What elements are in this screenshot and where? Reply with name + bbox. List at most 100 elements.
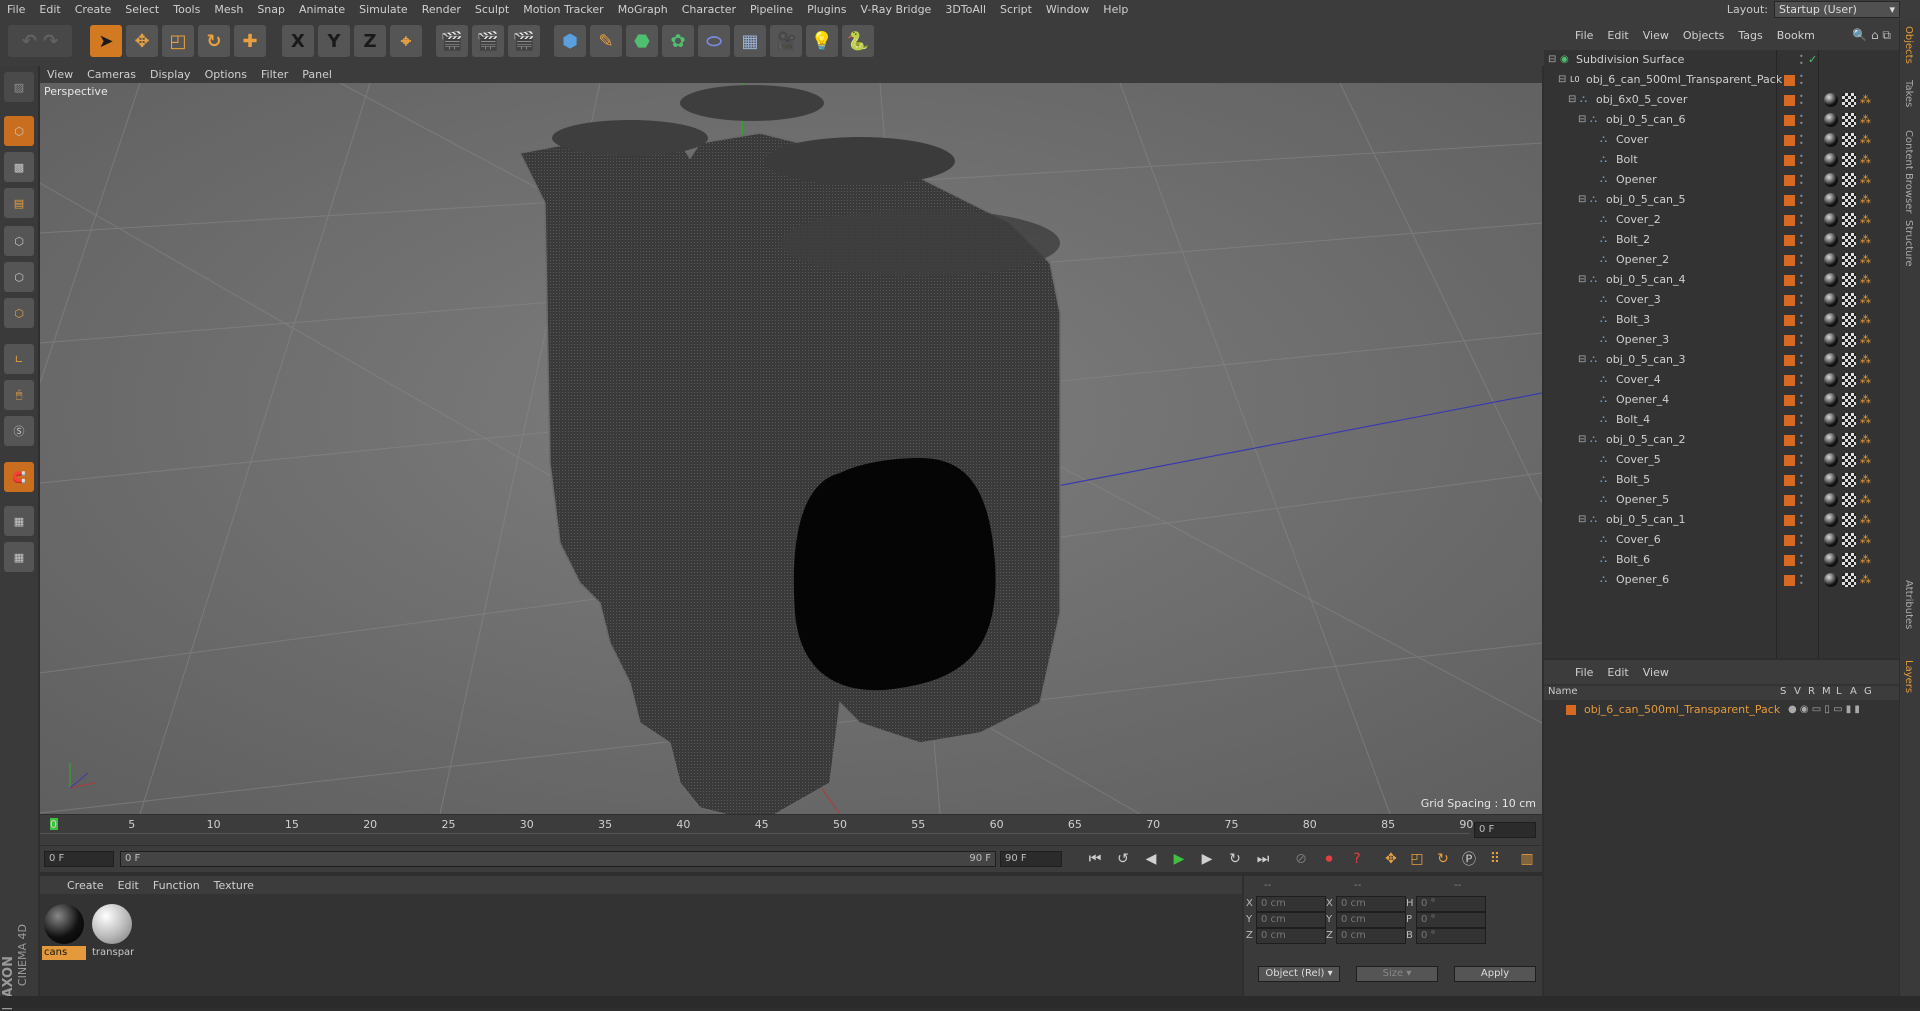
visibility-dots-icon[interactable]: • • <box>1799 513 1805 528</box>
layer-color-swatch[interactable] <box>1784 295 1795 306</box>
visibility-dots-icon[interactable]: • • <box>1799 213 1805 228</box>
coord-value-field[interactable]: 0 cm <box>1256 928 1326 944</box>
layer-color-swatch[interactable] <box>1784 515 1795 526</box>
coord-value-field[interactable]: 0 cm <box>1336 896 1406 912</box>
texture-tag-icon[interactable] <box>1842 193 1856 207</box>
points-mode-button[interactable]: ⬡ <box>4 226 34 256</box>
subdivision-button[interactable]: ⬣ <box>626 25 658 57</box>
timeline-window-button[interactable]: ▥ <box>1516 849 1538 869</box>
phong-tag-icon[interactable]: ⁂ <box>1860 450 1871 470</box>
visibility-dots-icon[interactable]: • • <box>1799 453 1805 468</box>
end-frame-field[interactable]: 90 F <box>1000 851 1062 867</box>
layer-color-swatch[interactable] <box>1784 175 1795 186</box>
layer-color-swatch[interactable] <box>1784 535 1795 546</box>
object-row[interactable]: ⊟ L0 obj_6_can_500ml_Transparent_Pack • • <box>1544 70 1899 90</box>
layer-color-swatch[interactable] <box>1784 275 1795 286</box>
object-row[interactable]: ⊟ ⛬ obj_0_5_can_2 • • ⁂ <box>1544 430 1899 450</box>
x-axis-lock[interactable]: X <box>282 25 314 57</box>
locked-workplane-button[interactable]: ▦ <box>4 506 34 536</box>
object-row[interactable]: ⛬ Bolt_6 • • ⁂ <box>1544 550 1899 570</box>
coord-value-field[interactable]: 0 cm <box>1256 896 1326 912</box>
object-row[interactable]: ⛬ Cover_5 • • ⁂ <box>1544 450 1899 470</box>
object-menu-bookm[interactable]: Bookm <box>1770 29 1822 42</box>
tab-content-browser[interactable]: Content Browser <box>1903 130 1914 213</box>
move-tool[interactable]: ✥ <box>126 25 158 57</box>
material-tag-icon[interactable] <box>1824 353 1838 367</box>
layer-color-swatch[interactable] <box>1784 235 1795 246</box>
magnet-button[interactable]: 🧲 <box>4 462 34 492</box>
object-row[interactable]: ⛬ Opener_3 • • ⁂ <box>1544 330 1899 350</box>
material-tag-icon[interactable] <box>1824 213 1838 227</box>
tab-objects[interactable]: Objects <box>1903 26 1914 64</box>
phong-tag-icon[interactable]: ⁂ <box>1860 510 1871 530</box>
menu-mesh[interactable]: Mesh <box>207 0 250 20</box>
phong-tag-icon[interactable]: ⁂ <box>1860 150 1871 170</box>
axis-mode-button[interactable]: ∟ <box>4 344 34 374</box>
phong-tag-icon[interactable]: ⁂ <box>1860 430 1871 450</box>
z-axis-lock[interactable]: Z <box>354 25 386 57</box>
material-tag-icon[interactable] <box>1824 273 1838 287</box>
phong-tag-icon[interactable]: ⁂ <box>1860 130 1871 150</box>
phong-tag-icon[interactable]: ⁂ <box>1860 350 1871 370</box>
expand-toggle-icon[interactable]: ⊟ <box>1578 195 1588 205</box>
planar-workplane-button[interactable]: ▦ <box>4 542 34 572</box>
menu-help[interactable]: Help <box>1096 0 1135 20</box>
layer-color-swatch[interactable] <box>1784 195 1795 206</box>
record-button[interactable]: ⏺ <box>1318 849 1340 869</box>
menu-motion-tracker[interactable]: Motion Tracker <box>516 0 610 20</box>
texture-tag-icon[interactable] <box>1842 93 1856 107</box>
layer-color-swatch[interactable] <box>1784 315 1795 326</box>
layer-color-swatch[interactable] <box>1784 215 1795 226</box>
material-swatch-cans[interactable]: cans <box>42 902 86 960</box>
layer-color-swatch[interactable] <box>1784 415 1795 426</box>
layer-menu-view[interactable]: View <box>1636 666 1676 679</box>
material-tag-icon[interactable] <box>1824 313 1838 327</box>
object-row[interactable]: ⛬ Bolt • • ⁂ <box>1544 150 1899 170</box>
coord-mode-dropdown[interactable]: Object (Rel) ▾ <box>1258 966 1340 982</box>
viewport-menu-panel[interactable]: Panel <box>295 68 339 81</box>
layer-color-swatch[interactable] <box>1784 335 1795 346</box>
expand-toggle-icon[interactable]: ⊟ <box>1578 355 1588 365</box>
light-button[interactable]: 💡 <box>806 25 838 57</box>
start-frame-field[interactable]: 0 F <box>44 851 114 867</box>
texture-tag-icon[interactable] <box>1842 373 1856 387</box>
expand-toggle-icon[interactable]: ⊟ <box>1548 55 1558 65</box>
visibility-dots-icon[interactable]: • • <box>1799 373 1805 388</box>
layer-color-swatch[interactable] <box>1784 135 1795 146</box>
viewport-menu-display[interactable]: Display <box>143 68 198 81</box>
material-tag-icon[interactable] <box>1824 393 1838 407</box>
tab-attributes[interactable]: Attributes <box>1903 580 1914 629</box>
material-tag-icon[interactable] <box>1824 193 1838 207</box>
texture-tag-icon[interactable] <box>1842 573 1856 587</box>
material-swatch-transparent[interactable]: transpar <box>90 902 134 960</box>
texture-tag-icon[interactable] <box>1842 513 1856 527</box>
object-menu-file[interactable]: File <box>1568 29 1600 42</box>
visibility-dots-icon[interactable]: • • <box>1799 533 1805 548</box>
phong-tag-icon[interactable]: ⁂ <box>1860 110 1871 130</box>
menu-plugins[interactable]: Plugins <box>800 0 853 20</box>
apply-button[interactable]: Apply <box>1454 966 1536 982</box>
phong-tag-icon[interactable]: ⁂ <box>1860 490 1871 510</box>
menu-v-ray-bridge[interactable]: V-Ray Bridge <box>853 0 938 20</box>
phong-tag-icon[interactable]: ⁂ <box>1860 330 1871 350</box>
menu-tools[interactable]: Tools <box>166 0 207 20</box>
object-row[interactable]: ⛬ Cover_2 • • ⁂ <box>1544 210 1899 230</box>
material-tag-icon[interactable] <box>1824 153 1838 167</box>
object-menu-objects[interactable]: Objects <box>1676 29 1732 42</box>
object-row[interactable]: ⛬ Bolt_5 • • ⁂ <box>1544 470 1899 490</box>
record-keys-off-button[interactable]: ⊘ <box>1290 849 1312 869</box>
layer-color-swatch[interactable] <box>1784 155 1795 166</box>
menu-character[interactable]: Character <box>675 0 743 20</box>
texture-tag-icon[interactable] <box>1842 353 1856 367</box>
material-tag-icon[interactable] <box>1824 453 1838 467</box>
material-tag-icon[interactable] <box>1824 233 1838 247</box>
object-row[interactable]: ⊟ ⛬ obj_0_5_can_5 • • ⁂ <box>1544 190 1899 210</box>
coord-value-field[interactable]: 0 ° <box>1416 928 1486 944</box>
layer-color-swatch[interactable] <box>1784 575 1795 586</box>
enabled-check-icon[interactable]: ✓ <box>1808 50 1817 70</box>
deformer-button[interactable]: ⬭ <box>698 25 730 57</box>
object-row[interactable]: ⛬ Cover • • ⁂ <box>1544 130 1899 150</box>
material-tag-icon[interactable] <box>1824 473 1838 487</box>
cloner-button[interactable]: ✿ <box>662 25 694 57</box>
go-to-start-button[interactable]: ⏮ <box>1084 849 1106 869</box>
